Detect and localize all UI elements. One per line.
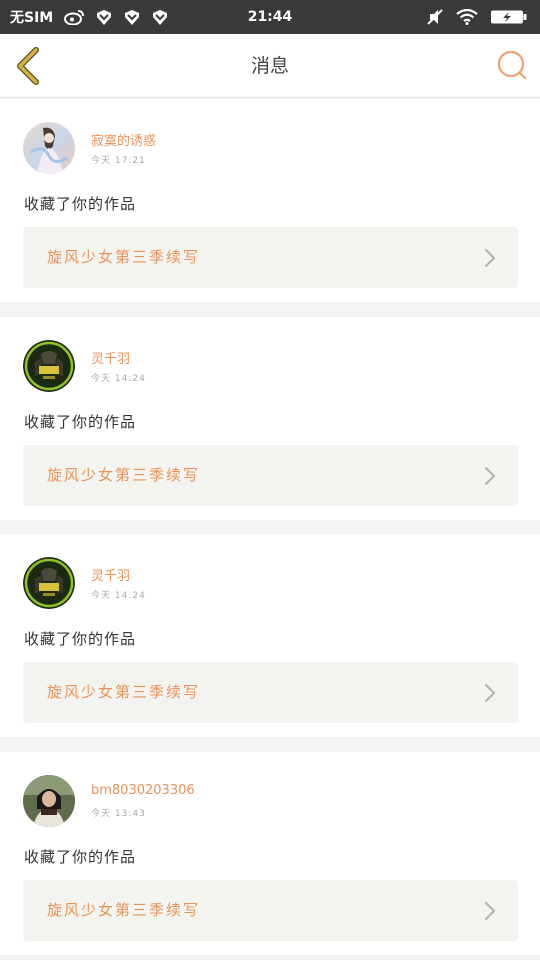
message-time: 今天 17:21 xyxy=(91,156,146,166)
action-text: 收藏了你的作品 xyxy=(24,848,137,866)
notification-icon xyxy=(95,9,113,25)
work-link[interactable]: 旋风少女第三季续写 xyxy=(23,880,518,941)
weibo-icon xyxy=(63,9,85,25)
message-item[interactable]: bm8030203306 今天 13:43 收藏了你的作品 旋风少女第三季续写 xyxy=(0,752,540,955)
work-title: 旋风少女第三季续写 xyxy=(47,683,201,701)
username[interactable]: bm8030203306 xyxy=(91,783,195,798)
search-button[interactable] xyxy=(496,49,528,81)
message-time: 今天 13:43 xyxy=(91,809,146,819)
work-title: 旋风少女第三季续写 xyxy=(47,901,201,919)
work-title: 旋风少女第三季续写 xyxy=(47,466,201,484)
chevron-right-icon xyxy=(484,466,496,486)
work-link[interactable]: 旋风少女第三季续写 xyxy=(23,445,518,506)
message-time: 今天 14:24 xyxy=(91,591,146,601)
work-link[interactable]: 旋风少女第三季续写 xyxy=(23,227,518,288)
chevron-right-icon xyxy=(484,901,496,921)
search-icon xyxy=(497,50,527,80)
action-text: 收藏了你的作品 xyxy=(24,630,137,648)
avatar[interactable] xyxy=(23,557,75,609)
chevron-right-icon xyxy=(484,248,496,268)
anime-girl-avatar xyxy=(23,122,75,174)
game-logo-avatar xyxy=(23,340,75,392)
work-title: 旋风少女第三季续写 xyxy=(47,248,201,266)
notification-icon xyxy=(123,9,141,25)
status-bar: 无SIM 21:44 xyxy=(0,0,540,34)
avatar[interactable] xyxy=(23,775,75,827)
mute-icon xyxy=(426,8,444,26)
wifi-icon xyxy=(456,9,478,25)
page-title: 消息 xyxy=(250,55,289,77)
username[interactable]: 寂寞的诱惑 xyxy=(91,130,156,149)
avatar[interactable] xyxy=(23,340,75,392)
action-text: 收藏了你的作品 xyxy=(24,413,137,431)
carrier-label: 无SIM xyxy=(10,10,54,26)
avatar[interactable] xyxy=(23,122,75,174)
battery-charging-icon xyxy=(490,9,528,25)
action-text: 收藏了你的作品 xyxy=(24,195,137,213)
photo-person-avatar xyxy=(23,775,75,827)
navigation-bar: 消息 xyxy=(0,34,540,98)
message-item[interactable]: 寂寞的诱惑 今天 17:21 收藏了你的作品 旋风少女第三季续写 xyxy=(0,99,540,302)
message-time: 今天 14:24 xyxy=(91,374,146,384)
username[interactable]: 灵千羽 xyxy=(91,348,130,367)
chevron-right-icon xyxy=(484,683,496,703)
username[interactable]: 灵千羽 xyxy=(91,565,130,584)
work-link[interactable]: 旋风少女第三季续写 xyxy=(23,662,518,723)
message-item[interactable]: 灵千羽 今天 14:24 收藏了你的作品 旋风少女第三季续写 xyxy=(0,534,540,737)
notification-icon xyxy=(151,9,169,25)
message-item[interactable]: 灵千羽 今天 14:24 收藏了你的作品 旋风少女第三季续写 xyxy=(0,317,540,520)
game-logo-avatar xyxy=(23,557,75,609)
